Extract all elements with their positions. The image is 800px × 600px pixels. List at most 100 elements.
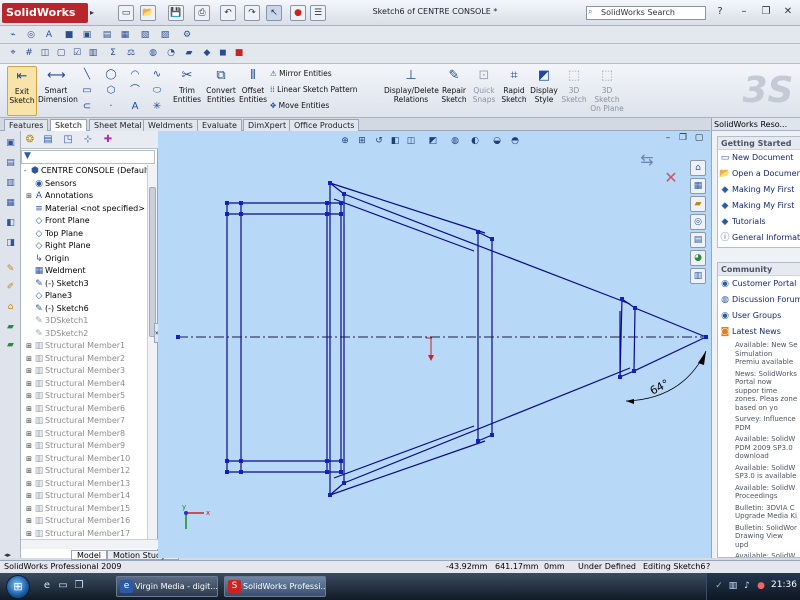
feature-icon[interactable]: ◨ bbox=[4, 237, 17, 250]
tree-item[interactable]: ▦ Weldment bbox=[21, 265, 147, 278]
quick-snaps-button[interactable]: ⊡ Quick Snaps bbox=[470, 66, 498, 116]
sketch-point[interactable] bbox=[490, 433, 494, 437]
network-icon[interactable]: ▥ bbox=[727, 580, 739, 592]
sketch-point[interactable] bbox=[328, 493, 332, 497]
custom-properties-icon[interactable]: ▥ bbox=[690, 268, 706, 284]
linear-sketch-pattern-button[interactable]: ⁞⁞ Linear Sketch Pattern bbox=[270, 84, 358, 96]
solidworks-search-input[interactable]: SolidWorks Search bbox=[586, 6, 706, 20]
feature-tree-tab-icon[interactable]: ❂ bbox=[23, 133, 37, 147]
tree-item[interactable]: ≡ Material <not specified> bbox=[21, 203, 147, 216]
sketch-point[interactable] bbox=[325, 212, 329, 216]
volume-icon[interactable]: ♪ bbox=[741, 580, 753, 592]
sketch-canvas[interactable]: 64° x y bbox=[158, 131, 711, 558]
sketch-line[interactable] bbox=[329, 482, 345, 496]
sketch-point[interactable] bbox=[490, 237, 494, 241]
undo-icon[interactable]: ↶ bbox=[220, 5, 236, 21]
tree-item[interactable]: ⊞ ▥ Structural Member13 bbox=[21, 478, 147, 491]
expand-icon[interactable]: ⊞ bbox=[25, 365, 33, 378]
tree-item[interactable]: ⊞ ▥ Structural Member14 bbox=[21, 490, 147, 503]
tree-item[interactable]: ⊞ ▥ Structural Member7 bbox=[21, 415, 147, 428]
feature-icon[interactable]: ▣ bbox=[4, 137, 17, 150]
menu-expand-arrow-icon[interactable]: ▸ bbox=[90, 4, 98, 22]
community-link[interactable]: ◙ Latest News bbox=[718, 324, 800, 340]
file-explorer-icon[interactable]: ▰ bbox=[690, 196, 706, 212]
sketch-point[interactable] bbox=[339, 212, 343, 216]
analysis-icon[interactable]: ◔ bbox=[164, 46, 178, 60]
redo-icon[interactable]: ↷ bbox=[244, 5, 260, 21]
lock-icon[interactable]: ▥ bbox=[86, 46, 100, 60]
sketch-line[interactable] bbox=[633, 336, 707, 372]
sketch-point[interactable] bbox=[225, 470, 229, 474]
sketch-line[interactable] bbox=[477, 434, 493, 442]
sketch-point[interactable] bbox=[176, 335, 180, 339]
tree-item[interactable]: ◇ Top Plane bbox=[21, 228, 147, 241]
feature-filter-input[interactable]: ▼ bbox=[21, 150, 155, 164]
tree-item[interactable]: ⊞ ▥ Structural Member3 bbox=[21, 365, 147, 378]
polygon-icon[interactable]: ⬡ bbox=[102, 84, 120, 98]
sketch-point[interactable] bbox=[342, 481, 346, 485]
sketch-tool-icon[interactable]: ⌁ bbox=[6, 28, 20, 42]
search-icon[interactable]: ◎ bbox=[690, 214, 706, 230]
switch-windows-icon[interactable]: ❐ bbox=[72, 579, 86, 593]
smart-dimension-button[interactable]: ⟷ Smart Dimension bbox=[38, 66, 78, 116]
ie-icon[interactable]: e bbox=[40, 579, 54, 593]
mirror-entities-button[interactable]: ⚠ Mirror Entities bbox=[270, 68, 332, 80]
getting-started-link[interactable]: ◆ Tutorials bbox=[718, 214, 800, 230]
tree-item[interactable]: ⊞ ▥ Structural Member15 bbox=[21, 503, 147, 516]
part-icon[interactable]: ■ bbox=[62, 28, 76, 42]
sketch-line[interactable] bbox=[343, 193, 631, 305]
feature-tree-hscrollbar[interactable] bbox=[21, 539, 158, 549]
help-icon[interactable]: ? bbox=[712, 4, 728, 20]
community-link[interactable]: ◉ User Groups bbox=[718, 308, 800, 324]
feature-icon[interactable]: ⌂ bbox=[4, 301, 17, 314]
tab-office-products[interactable]: Office Products bbox=[289, 119, 360, 131]
feature-icon[interactable]: ◧ bbox=[4, 217, 17, 230]
simulation-icon[interactable]: ◍ bbox=[146, 46, 160, 60]
feature-icon[interactable]: ▦ bbox=[4, 197, 17, 210]
graphics-area[interactable]: ⊕ ⊞ ↺ ◧ ◫ ◩ ◍ ◐ ◒ ◓ – ❐ ▢ ⇆ ✕ 64° x y bbox=[158, 131, 711, 558]
feature-icon[interactable]: ✐ bbox=[4, 281, 17, 294]
getting-started-link[interactable]: ◆ Making My First bbox=[718, 182, 800, 198]
sketch-line[interactable] bbox=[329, 182, 486, 234]
stop-icon[interactable]: ■ bbox=[232, 46, 246, 60]
tab-sheet-metal[interactable]: Sheet Metal bbox=[89, 119, 147, 131]
sketch-line[interactable] bbox=[477, 231, 493, 240]
sketch-point[interactable] bbox=[325, 470, 329, 474]
costing-icon[interactable]: ▰ bbox=[182, 46, 196, 60]
expand-icon[interactable]: ⊞ bbox=[25, 478, 33, 491]
expand-icon[interactable]: ⊞ bbox=[25, 190, 33, 203]
centerline-icon[interactable]: ✳ bbox=[148, 100, 166, 114]
sketch-line[interactable] bbox=[619, 370, 635, 378]
ellipse-icon[interactable]: ⬭ bbox=[148, 84, 166, 98]
getting-started-link[interactable]: ▭ New Document bbox=[718, 150, 800, 166]
tree-item[interactable]: ⊞ ▥ Structural Member16 bbox=[21, 515, 147, 528]
select-icon[interactable]: ↖ bbox=[266, 5, 282, 21]
start-button[interactable]: ⊞ bbox=[6, 575, 30, 599]
tab-weldments[interactable]: Weldments bbox=[143, 119, 198, 131]
rebuild-icon[interactable]: ● bbox=[290, 5, 306, 21]
getting-started-link[interactable]: ⓘGeneral Information bbox=[718, 230, 800, 246]
expand-icon[interactable]: ⊞ bbox=[25, 340, 33, 353]
tree-item[interactable]: ⊞ ▥ Structural Member4 bbox=[21, 378, 147, 391]
expand-icon[interactable]: ⊞ bbox=[25, 378, 33, 391]
tree-item[interactable]: ⊞ ▥ Structural Member10 bbox=[21, 453, 147, 466]
properties-icon[interactable]: ▨ bbox=[158, 28, 172, 42]
taskbar-task-virgin-media[interactable]: e Virgin Media - digit... bbox=[116, 576, 218, 597]
sketch-point[interactable] bbox=[476, 439, 480, 443]
3d-sketch-on-plane-button[interactable]: ⬚ 3D Sketch On Plane bbox=[590, 66, 624, 116]
tab-dimxpert[interactable]: DimXpert bbox=[243, 119, 292, 131]
sketch-point[interactable] bbox=[342, 192, 346, 196]
tree-item[interactable]: ✎ 3DSketch1 bbox=[21, 315, 147, 328]
grid-icon[interactable]: # bbox=[22, 46, 36, 60]
convert-entities-button[interactable]: ⧉ Convert Entities bbox=[204, 66, 238, 116]
annotation-icon[interactable]: A bbox=[42, 28, 56, 42]
rapid-sketch-button[interactable]: ⌗ Rapid Sketch bbox=[500, 66, 528, 116]
view-palette-icon[interactable]: ▤ bbox=[690, 232, 706, 248]
tree-item[interactable]: ↳ Origin bbox=[21, 253, 147, 266]
tab-scroll-arrows-icon[interactable]: ◂▸ bbox=[4, 550, 18, 560]
sketch-point[interactable] bbox=[339, 470, 343, 474]
expand-icon[interactable]: ⊞ bbox=[25, 515, 33, 528]
snap-icon[interactable]: ◫ bbox=[38, 46, 52, 60]
expand-icon[interactable]: ⊞ bbox=[25, 353, 33, 366]
property-manager-tab-icon[interactable]: ▤ bbox=[41, 133, 55, 147]
